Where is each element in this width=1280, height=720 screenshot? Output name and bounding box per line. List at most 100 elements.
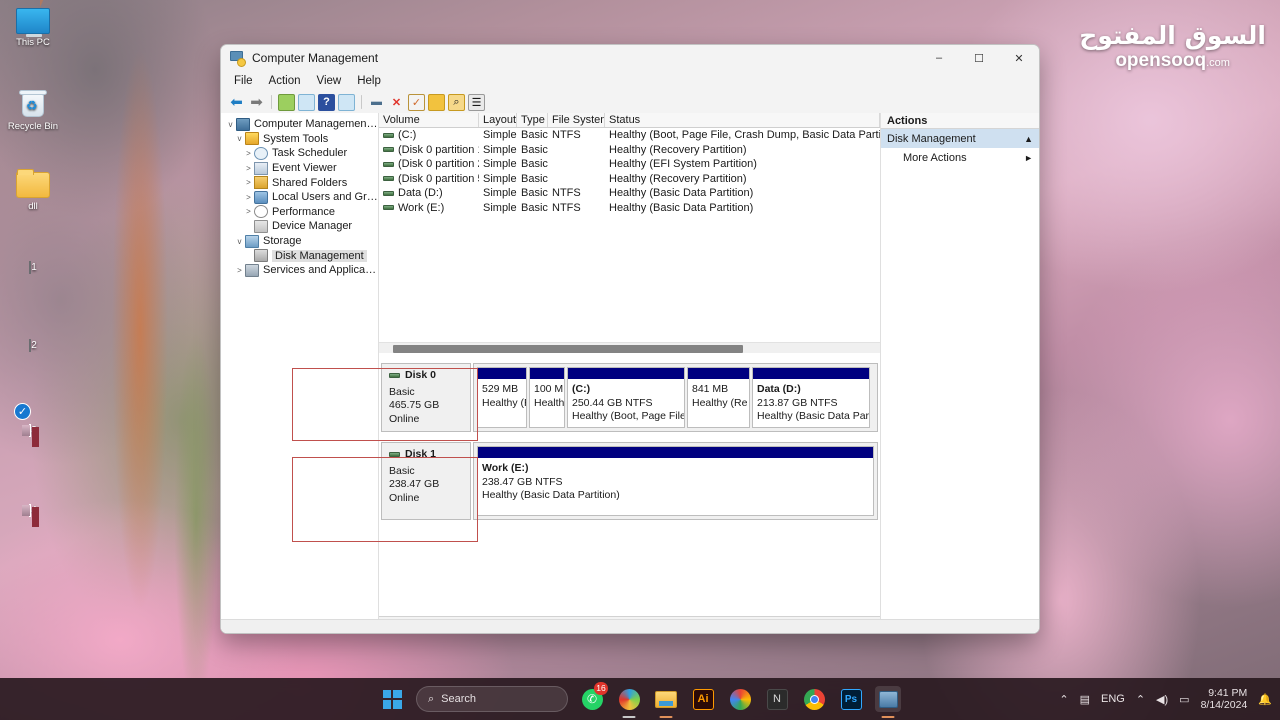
desktop-thumbnail-2[interactable]: 2	[2, 339, 64, 352]
maximize-button[interactable]: ☐	[959, 45, 999, 71]
refresh-icon[interactable]: ✓	[408, 93, 425, 111]
show-pane-icon[interactable]	[298, 93, 315, 111]
volume-icon[interactable]: ◀)	[1156, 693, 1168, 706]
taskbar-app-idm[interactable]	[616, 686, 642, 718]
actions-item-disk-management[interactable]: Disk Management ▲	[881, 129, 1039, 148]
forward-arrow-icon[interactable]: ➡	[248, 94, 265, 111]
tree-node-performance[interactable]: > Performance	[221, 205, 378, 220]
desktop-icon-recycle-bin[interactable]: ♻ Recycle Bin	[2, 88, 64, 132]
volume-row[interactable]: Work (E:) Simple Basic NTFS Healthy (Basic D…	[379, 201, 880, 216]
taskbar-app-illustrator[interactable]: Ai	[690, 686, 716, 712]
actions-item-more-actions[interactable]: More Actions ►	[881, 148, 1039, 167]
clock[interactable]: 9:41 PM 8/14/2024	[1201, 687, 1248, 711]
taskbar[interactable]: ⌕ Search ✆ 16 Ai N Ps ⌃ ▤ ENG ⌃ ◀) ▭ 9:4…	[0, 678, 1280, 720]
system-tray[interactable]: ⌃ ▤ ENG ⌃ ◀) ▭ 9:41 PM 8/14/2024 🔔	[1059, 687, 1272, 711]
volume-list-horizontal-scrollbar[interactable]	[379, 342, 880, 353]
tree-node-storage[interactable]: v Storage	[221, 234, 378, 249]
wifi-icon[interactable]: ⌃	[1136, 693, 1145, 706]
partition-block[interactable]: Work (E:) 238.47 GB NTFS Healthy (Basic Da…	[477, 446, 874, 516]
expander-icon[interactable]: >	[234, 266, 245, 275]
disk-info[interactable]: Disk 1 Basic 238.47 GB Online	[381, 442, 471, 520]
partition-block[interactable]: 529 MBHealthy (R	[477, 367, 527, 428]
tree-root-computer-management[interactable]: v Computer Management (Local)	[221, 117, 378, 132]
desktop-icon-this-pc[interactable]: This PC	[2, 8, 64, 48]
expander-icon[interactable]: v	[234, 134, 245, 143]
toolbar[interactable]: ⬅ ➡ ? ▬ ✕ ✓ ⌕ ☰	[221, 91, 1039, 113]
volume-row[interactable]: (Disk 0 partition 2) Simple Basic Healthy (…	[379, 157, 880, 172]
column-header-layout[interactable]: Layout	[479, 113, 517, 127]
tree-node-disk-management[interactable]: Disk Management	[221, 248, 378, 263]
find-icon[interactable]: ⌕	[448, 93, 465, 111]
column-header-volume[interactable]: Volume	[379, 113, 479, 127]
menu-help[interactable]: Help	[350, 73, 388, 89]
taskbar-app-google-photos[interactable]	[727, 686, 753, 712]
desktop-icon-dll-folder[interactable]: dll	[2, 169, 64, 212]
export-list-icon[interactable]	[428, 93, 445, 111]
partition-block[interactable]: 100 MI Health	[529, 367, 565, 428]
minimize-button[interactable]: –	[919, 45, 959, 71]
help-icon[interactable]: ?	[318, 93, 335, 111]
expander-icon[interactable]: >	[243, 164, 254, 173]
console-tree[interactable]: v Computer Management (Local) v System To…	[221, 113, 379, 633]
computer-management-window[interactable]: Computer Management – ☐ ✕ File Action Vi…	[220, 44, 1040, 634]
column-header-type[interactable]: Type	[517, 113, 548, 127]
desktop-thumbnail-4[interactable]: 4	[2, 504, 64, 517]
show-console-tree-icon[interactable]	[338, 93, 355, 111]
expander-icon[interactable]: v	[225, 120, 236, 129]
chevron-up-icon[interactable]: ▲	[1024, 134, 1033, 144]
expander-icon[interactable]: v	[234, 237, 245, 246]
partition-block[interactable]: (C:) 250.44 GB NTFS Healthy (Boot, Page Fi…	[567, 367, 685, 428]
tree-node-local-users-and-groups[interactable]: > Local Users and Groups	[221, 190, 378, 205]
expander-icon[interactable]: >	[243, 149, 254, 158]
volume-row[interactable]: (Disk 0 partition 5) Simple Basic Healthy (…	[379, 172, 880, 187]
delete-icon[interactable]: ✕	[388, 94, 405, 111]
menubar[interactable]: File Action View Help	[221, 71, 1039, 91]
tree-node-event-viewer[interactable]: > Event Viewer	[221, 161, 378, 176]
expander-icon[interactable]: >	[243, 193, 254, 202]
partition-block[interactable]: 841 MB Healthy (Re	[687, 367, 750, 428]
notification-bell-icon[interactable]: 🔔	[1258, 693, 1272, 706]
menu-file[interactable]: File	[227, 73, 260, 89]
touchpad-icon[interactable]: ▤	[1080, 693, 1090, 706]
taskbar-app-photoshop[interactable]: Ps	[838, 686, 864, 712]
taskbar-app-file-explorer[interactable]	[653, 686, 679, 718]
details-icon[interactable]: ☰	[468, 93, 485, 111]
taskbar-search[interactable]: ⌕ Search	[416, 686, 568, 712]
actions-pane[interactable]: Actions Disk Management ▲ More Actions ►	[881, 113, 1039, 633]
language-indicator[interactable]: ENG	[1101, 693, 1125, 705]
expander-icon[interactable]: >	[243, 178, 254, 187]
desktop-thumbnail-1[interactable]: 1	[2, 261, 64, 274]
taskbar-app-notion[interactable]: N	[764, 686, 790, 712]
taskbar-app-whatsapp[interactable]: ✆ 16	[579, 682, 608, 712]
window-titlebar[interactable]: Computer Management – ☐ ✕	[221, 45, 1039, 71]
chevron-right-icon[interactable]: ►	[1024, 153, 1033, 163]
column-header-file-system[interactable]: File System	[548, 113, 605, 127]
volume-row[interactable]: Data (D:) Simple Basic NTFS Healthy (Basic D…	[379, 186, 880, 201]
tree-node-task-scheduler[interactable]: > Task Scheduler	[221, 146, 378, 161]
close-button[interactable]: ✕	[999, 45, 1039, 71]
battery-icon[interactable]: ▭	[1179, 693, 1189, 706]
volume-row[interactable]: (C:) Simple Basic NTFS Healthy (Boot, Page F…	[379, 128, 880, 143]
volume-list[interactable]: Volume Layout Type File System Status (C…	[379, 113, 880, 353]
tree-node-device-manager[interactable]: Device Manager	[221, 219, 378, 234]
tree-node-services-and-applications[interactable]: > Services and Applications	[221, 263, 378, 278]
volume-row[interactable]: (Disk 0 partition 1) Simple Basic Healthy (…	[379, 143, 880, 158]
tree-node-shared-folders[interactable]: > Shared Folders	[221, 175, 378, 190]
column-header-status[interactable]: Status	[605, 113, 880, 127]
back-arrow-icon[interactable]: ⬅	[228, 94, 245, 111]
disk-graphical-view[interactable]: Disk 0 Basic 465.75 GB Online 529 MB Healthy …	[379, 353, 880, 633]
up-folder-icon[interactable]	[278, 93, 295, 111]
disk-info[interactable]: Disk 0 Basic 465.75 GB Online	[381, 363, 471, 432]
expander-icon[interactable]: >	[243, 207, 254, 216]
scrollbar-thumb[interactable]	[393, 344, 743, 353]
start-button[interactable]	[379, 686, 405, 712]
taskbar-app-computer-management[interactable]	[875, 686, 901, 718]
properties-icon[interactable]: ▬	[368, 94, 385, 111]
desktop-thumbnail-3[interactable]: 3	[2, 424, 64, 437]
menu-action[interactable]: Action	[262, 73, 308, 89]
menu-view[interactable]: View	[310, 73, 349, 89]
partition-block[interactable]: Data (D:) 213.87 GB NTFS Healthy (Basic Da…	[752, 367, 870, 428]
show-hidden-icons-icon[interactable]: ⌃	[1059, 693, 1068, 706]
taskbar-app-chrome[interactable]	[801, 686, 827, 712]
tree-node-system-tools[interactable]: v System Tools	[221, 132, 378, 147]
